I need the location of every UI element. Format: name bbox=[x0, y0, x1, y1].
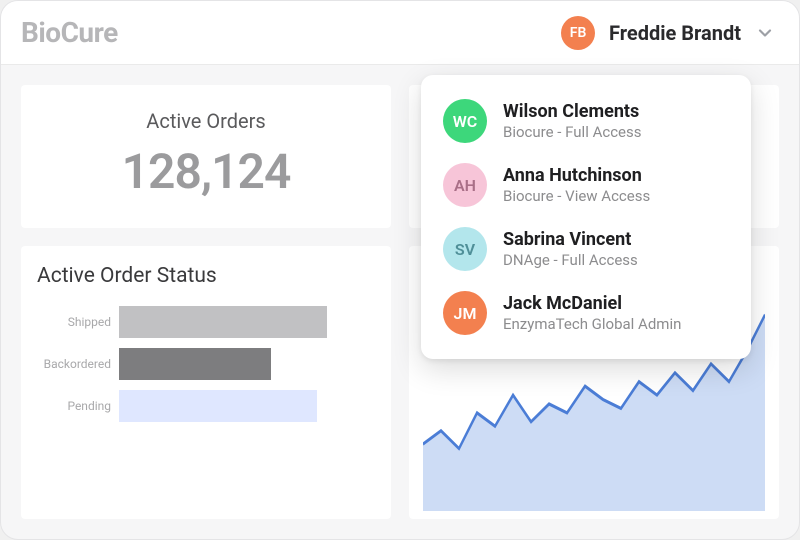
order-status-card: Active Order Status Shipped Backordered … bbox=[21, 246, 391, 519]
user-item-name: Jack McDaniel bbox=[503, 293, 681, 315]
status-bar-fill bbox=[119, 390, 317, 422]
status-bar-fill bbox=[119, 348, 271, 380]
user-item-name: Sabrina Vincent bbox=[503, 229, 638, 251]
user-avatar: WC bbox=[443, 99, 487, 143]
user-avatar: SV bbox=[443, 227, 487, 271]
status-bar-label: Backordered bbox=[29, 357, 119, 371]
chevron-down-icon bbox=[755, 23, 775, 43]
app-window: BioCure FB Freddie Brandt Active Orders … bbox=[0, 0, 800, 540]
user-avatar: JM bbox=[443, 291, 487, 335]
user-avatar: AH bbox=[443, 163, 487, 207]
current-user-name: Freddie Brandt bbox=[609, 21, 741, 45]
status-bar-label: Shipped bbox=[29, 315, 119, 329]
user-item-role: DNAge - Full Access bbox=[503, 251, 638, 269]
user-switcher-item[interactable]: WC Wilson Clements Biocure - Full Access bbox=[429, 89, 743, 153]
brand-logo: BioCure bbox=[21, 16, 118, 49]
user-switcher-item[interactable]: SV Sabrina Vincent DNAge - Full Access bbox=[429, 217, 743, 281]
status-bar-track bbox=[119, 390, 373, 422]
status-bar-track bbox=[119, 306, 373, 338]
status-bar-row: Shipped bbox=[29, 306, 373, 338]
status-bar-label: Pending bbox=[29, 399, 119, 413]
user-item-name: Wilson Clements bbox=[503, 101, 642, 123]
user-switcher-dropdown: WC Wilson Clements Biocure - Full Access… bbox=[421, 75, 751, 359]
current-user-avatar: FB bbox=[561, 16, 595, 50]
user-switcher-item[interactable]: AH Anna Hutchinson Biocure - View Access bbox=[429, 153, 743, 217]
order-status-title: Active Order Status bbox=[37, 264, 373, 288]
active-orders-value: 128,124 bbox=[41, 143, 371, 200]
user-item-role: Biocure - Full Access bbox=[503, 123, 642, 141]
user-item-name: Anna Hutchinson bbox=[503, 165, 650, 187]
user-switcher-item[interactable]: JM Jack McDaniel EnzymaTech Global Admin bbox=[429, 281, 743, 345]
status-bar-row: Backordered bbox=[29, 348, 373, 380]
user-item-role: Biocure - View Access bbox=[503, 187, 650, 205]
status-bar-row: Pending bbox=[29, 390, 373, 422]
status-bar-track bbox=[119, 348, 373, 380]
status-bar-fill bbox=[119, 306, 327, 338]
user-switcher-trigger[interactable]: FB Freddie Brandt bbox=[561, 16, 775, 50]
topbar: BioCure FB Freddie Brandt bbox=[1, 1, 799, 65]
active-orders-title: Active Orders bbox=[41, 109, 371, 133]
user-item-role: EnzymaTech Global Admin bbox=[503, 315, 681, 333]
active-orders-card: Active Orders 128,124 bbox=[21, 85, 391, 228]
